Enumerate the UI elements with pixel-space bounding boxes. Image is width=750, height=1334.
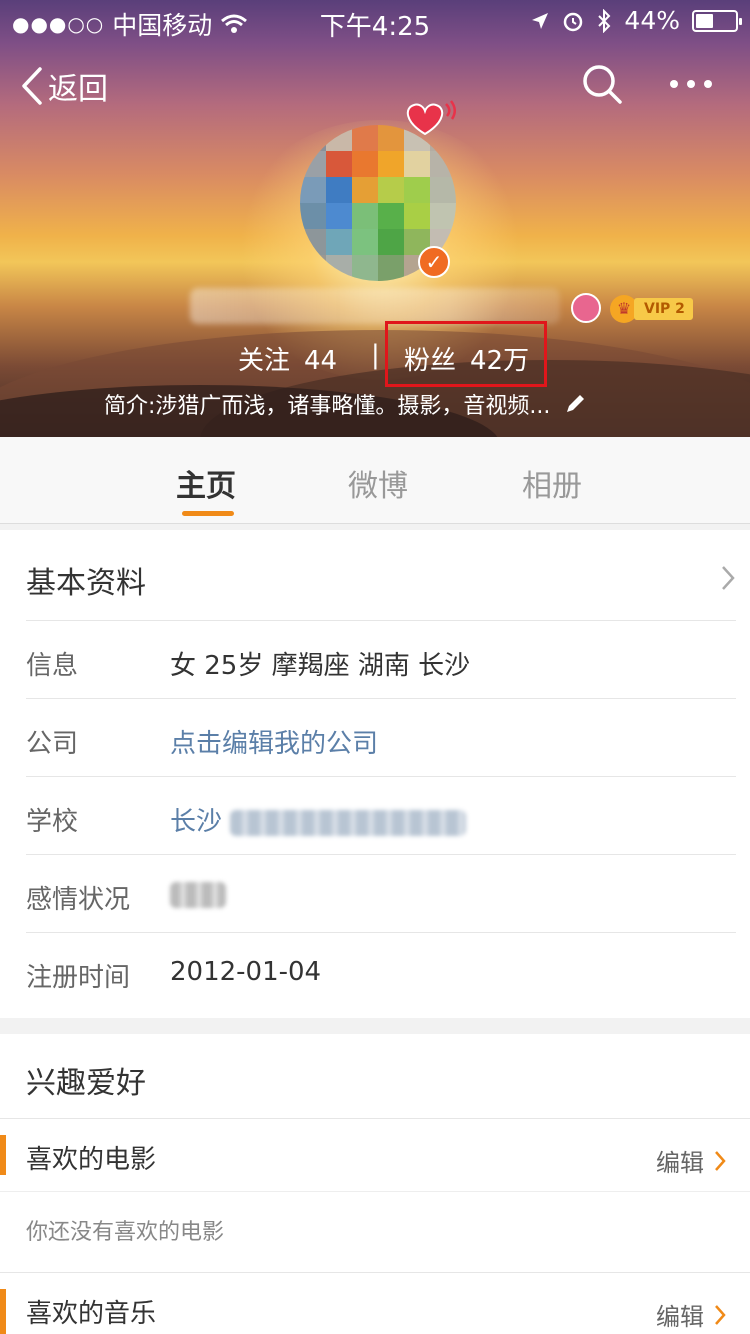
- chevron-right-icon: [715, 1304, 726, 1325]
- section-marker: [0, 1135, 6, 1175]
- intro-text: 简介:涉猎广而浅，诸事略懂。摄影，音视频...: [104, 394, 551, 419]
- tab-home[interactable]: 主页: [176, 461, 236, 505]
- more-button[interactable]: [666, 62, 716, 110]
- relationship-row: 感情状况: [26, 854, 736, 932]
- female-badge-icon[interactable]: [571, 293, 601, 323]
- register-date-value: 2012-01-04: [170, 957, 322, 987]
- search-icon: [583, 65, 622, 104]
- bluetooth-icon: [598, 8, 611, 33]
- username-blurred: [190, 288, 560, 324]
- info-value: 女 25岁 摩羯座 湖南 长沙: [170, 651, 471, 681]
- info-row: 信息 女 25岁 摩羯座 湖南 长沙: [26, 620, 736, 698]
- basic-info-title[interactable]: 基本资料: [26, 558, 146, 602]
- company-label: 公司: [26, 729, 79, 759]
- stats-separator: |: [371, 340, 380, 370]
- movies-empty-text: 你还没有喜欢的电影: [26, 1220, 225, 1245]
- tab-album[interactable]: 相册: [522, 461, 582, 505]
- vip-badge[interactable]: ♛ VIP 2: [610, 295, 693, 323]
- tab-weibo[interactable]: 微博: [348, 461, 408, 505]
- register-date-label: 注册时间: [26, 963, 131, 993]
- school-value[interactable]: 长沙: [170, 801, 467, 838]
- edit-label: 编辑: [656, 1303, 704, 1331]
- battery-percent: 44%: [624, 6, 680, 35]
- following-label: 关注: [238, 346, 291, 376]
- edit-music-button[interactable]: 编辑: [656, 1297, 726, 1332]
- location-arrow-icon: [532, 12, 549, 29]
- relationship-value: [170, 879, 226, 909]
- heart-icon: [406, 100, 456, 136]
- profile-header: ●●●○○ 中国移动 下午4:25 44% 返回 ✓ ♛ VIP 2 关注 44…: [0, 0, 750, 437]
- school-name-blurred: [230, 809, 467, 836]
- relationship-label: 感情状况: [26, 885, 131, 915]
- hobbies-title: 兴趣爱好: [26, 1066, 146, 1101]
- chevron-left-icon: [22, 67, 42, 105]
- school-row: 学校 长沙: [26, 776, 736, 854]
- basic-info-card: 基本资料 信息 女 25岁 摩羯座 湖南 长沙 公司 点击编辑我的公司 学校 长…: [0, 530, 750, 1018]
- company-row: 公司 点击编辑我的公司: [26, 698, 736, 776]
- more-icon: [670, 80, 712, 88]
- following-number: 44: [304, 346, 338, 376]
- favorite-movies-label: 喜欢的电影: [26, 1145, 157, 1175]
- chevron-right-icon[interactable]: [720, 564, 736, 592]
- profile-tabs: 主页 微博 相册: [0, 437, 750, 524]
- intro[interactable]: 简介:涉猎广而浅，诸事略懂。摄影，音视频...: [104, 388, 586, 420]
- edit-company-link[interactable]: 点击编辑我的公司: [170, 723, 378, 760]
- hobbies-card: 兴趣爱好 喜欢的电影 编辑 你还没有喜欢的电影 喜欢的音乐 编辑: [0, 1034, 750, 1334]
- favorite-music-label: 喜欢的音乐: [26, 1299, 157, 1329]
- back-label: 返回: [48, 72, 108, 107]
- chevron-right-icon: [715, 1150, 726, 1171]
- vip-label: VIP 2: [634, 298, 693, 320]
- active-tab-indicator: [182, 511, 234, 516]
- alarm-icon: [564, 12, 583, 31]
- favorite-music-row[interactable]: 喜欢的音乐 编辑: [0, 1272, 750, 1334]
- favorite-movies-row[interactable]: 喜欢的电影 编辑: [0, 1118, 750, 1190]
- edit-movies-button[interactable]: 编辑: [656, 1143, 726, 1178]
- edit-pencil-icon: [567, 395, 585, 412]
- register-date-row: 注册时间 2012-01-04: [26, 932, 736, 1010]
- status-bar: ●●●○○ 中国移动 下午4:25 44%: [0, 0, 750, 42]
- edit-label: 编辑: [656, 1149, 704, 1177]
- highlight-box: [385, 321, 547, 387]
- search-button[interactable]: [580, 62, 624, 110]
- battery-fill: [696, 13, 713, 28]
- following-count[interactable]: 关注 44: [238, 340, 337, 377]
- section-marker: [0, 1289, 6, 1334]
- relationship-blurred: [170, 881, 226, 908]
- info-label: 信息: [26, 651, 79, 681]
- verified-badge-icon: ✓: [418, 246, 450, 278]
- school-city: 长沙: [170, 807, 223, 837]
- movies-empty-row: 你还没有喜欢的电影: [0, 1191, 750, 1271]
- school-label: 学校: [26, 807, 79, 837]
- back-button[interactable]: 返回: [20, 64, 108, 108]
- battery-icon: [692, 9, 742, 32]
- nav-bar: 返回: [0, 52, 750, 116]
